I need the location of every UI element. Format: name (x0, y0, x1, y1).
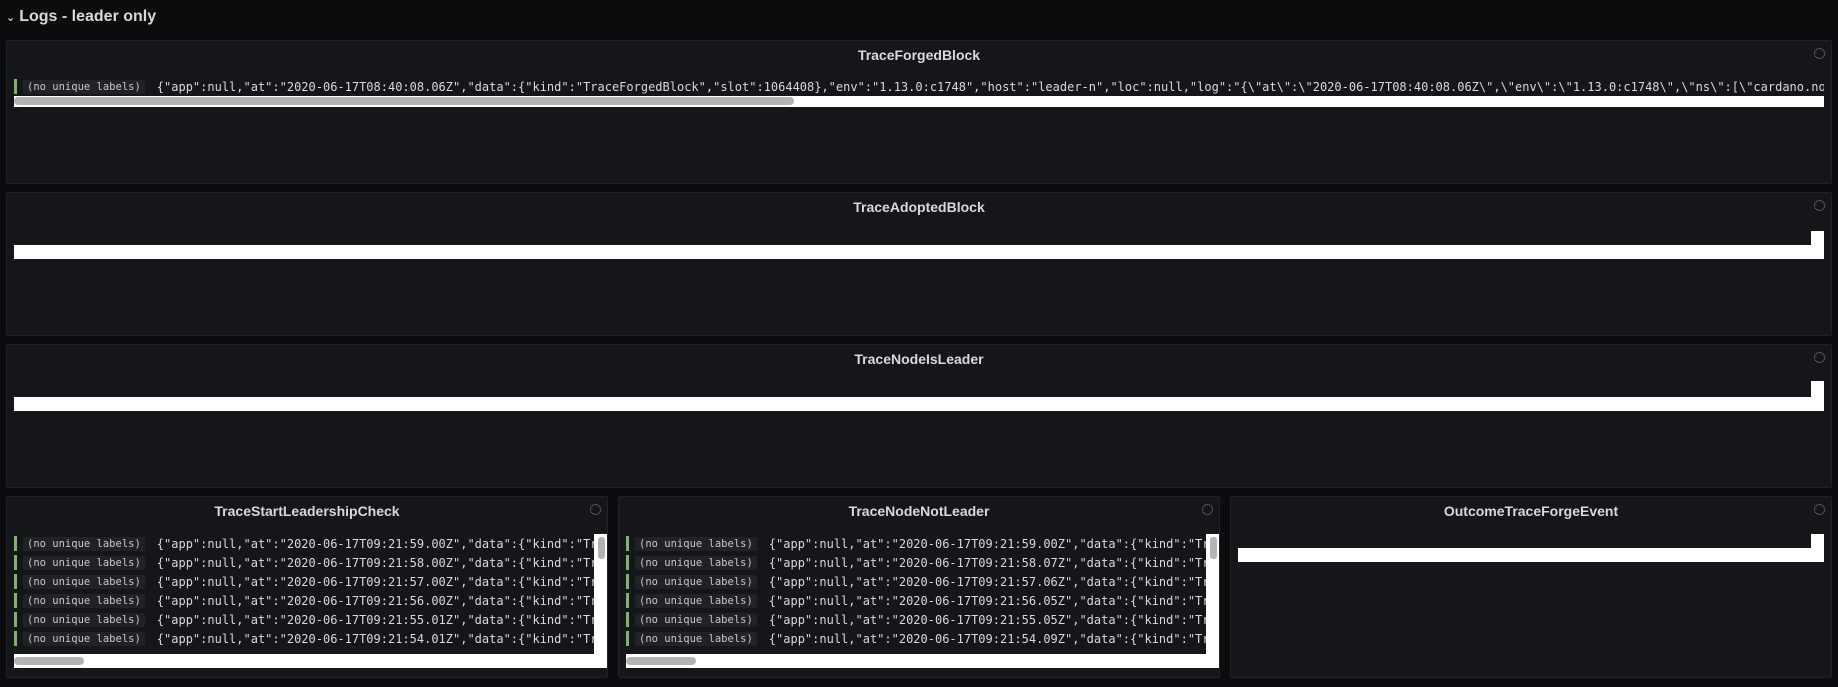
loading-spinner-icon (1814, 200, 1825, 211)
loading-spinner-icon (590, 504, 601, 515)
log-message: {"app":null,"at":"2020-06-17T08:40:08.06… (156, 79, 1824, 94)
vertical-scroll-track[interactable] (1811, 381, 1824, 411)
vertical-scroll-track[interactable] (594, 534, 607, 668)
log-message: {"app":null,"at":"2020-06-17T09:21:56.00… (156, 593, 598, 608)
log-message: {"app":null,"at":"2020-06-17T09:21:54.01… (156, 631, 598, 646)
loading-spinner-icon (1814, 352, 1825, 363)
log-level-bar (626, 593, 629, 608)
panel-title[interactable]: TraceAdoptedBlock (7, 199, 1831, 215)
labels-badge: (no unique labels) (23, 536, 145, 551)
log-level-bar (626, 612, 629, 627)
log-level-bar (626, 555, 629, 570)
labels-badge: (no unique labels) (635, 536, 757, 551)
panel-title[interactable]: TraceStartLeadershipCheck (7, 503, 607, 519)
log-viewer[interactable]: (no unique labels) {"app":null,"at":"2020… (14, 534, 607, 668)
panel-trace-start-leadership-check: TraceStartLeadershipCheck (no unique lab… (6, 496, 608, 678)
labels-badge: (no unique labels) (635, 574, 757, 589)
vertical-scrollbar[interactable] (598, 537, 605, 559)
log-message: {"app":null,"at":"2020-06-17T09:21:58.07… (768, 555, 1210, 570)
panel-trace-node-not-leader: TraceNodeNotLeader (no unique labels) {"a… (618, 496, 1220, 678)
log-message: {"app":null,"at":"2020-06-17T09:21:59.00… (156, 536, 598, 551)
log-viewer-empty[interactable] (14, 245, 1824, 259)
log-line[interactable]: (no unique labels) {"app":null,"at":"2020… (626, 629, 1219, 648)
log-level-bar (14, 612, 17, 627)
labels-badge: (no unique labels) (23, 631, 145, 646)
labels-badge: (no unique labels) (23, 79, 145, 94)
vertical-scroll-track[interactable] (1811, 534, 1824, 562)
log-line[interactable]: (no unique labels) {"app":null,"at":"2020… (626, 610, 1219, 629)
log-line[interactable]: (no unique labels) {"app":null,"at":"2020… (14, 572, 607, 591)
labels-badge: (no unique labels) (23, 555, 145, 570)
log-message: {"app":null,"at":"2020-06-17T09:21:57.00… (156, 574, 598, 589)
log-level-bar (14, 593, 17, 608)
labels-badge: (no unique labels) (635, 612, 757, 627)
labels-badge: (no unique labels) (23, 593, 145, 608)
log-level-bar (14, 631, 17, 646)
labels-badge: (no unique labels) (23, 574, 145, 589)
log-viewer-empty[interactable] (14, 397, 1824, 411)
log-viewer[interactable]: (no unique labels) {"app":null,"at":"202… (14, 77, 1824, 153)
loading-spinner-icon (1814, 504, 1825, 515)
log-level-bar (626, 631, 629, 646)
loading-spinner-icon (1814, 48, 1825, 59)
log-line[interactable]: (no unique labels) {"app":null,"at":"2020… (626, 553, 1219, 572)
panel-title[interactable]: OutcomeTraceForgeEvent (1231, 503, 1831, 519)
labels-badge: (no unique labels) (635, 555, 757, 570)
log-line[interactable]: (no unique labels) {"app":null,"at":"2020… (14, 629, 607, 648)
log-message: {"app":null,"at":"2020-06-17T09:21:55.01… (156, 612, 598, 627)
log-level-bar (626, 574, 629, 589)
log-line[interactable]: (no unique labels) {"app":null,"at":"2020… (14, 553, 607, 572)
log-line[interactable]: (no unique labels) {"app":null,"at":"202… (14, 77, 1824, 96)
row-header-logs-leader-only[interactable]: ⌄ Logs - leader only (6, 6, 156, 28)
labels-badge: (no unique labels) (635, 631, 757, 646)
panel-trace-adopted-block: TraceAdoptedBlock (6, 192, 1832, 336)
log-line[interactable]: (no unique labels) {"app":null,"at":"2020… (626, 572, 1219, 591)
panel-outcome-trace-forge-event: OutcomeTraceForgeEvent (1230, 496, 1832, 678)
vertical-scrollbar[interactable] (1210, 537, 1217, 559)
log-viewer[interactable]: (no unique labels) {"app":null,"at":"2020… (626, 534, 1219, 668)
panel-title[interactable]: TraceForgedBlock (7, 47, 1831, 63)
log-viewer-empty[interactable] (1238, 548, 1824, 562)
log-line[interactable]: (no unique labels) {"app":null,"at":"2020… (14, 534, 607, 553)
log-level-bar (14, 555, 17, 570)
horizontal-scroll-track[interactable] (14, 654, 607, 668)
panel-title[interactable]: TraceNodeIsLeader (7, 351, 1831, 367)
log-line[interactable]: (no unique labels) {"app":null,"at":"2020… (14, 591, 607, 610)
panel-trace-node-is-leader: TraceNodeIsLeader (6, 344, 1832, 488)
log-message: {"app":null,"at":"2020-06-17T09:21:59.00… (768, 536, 1210, 551)
log-level-bar (14, 536, 17, 551)
horizontal-scrollbar[interactable] (626, 657, 696, 665)
row-title: Logs - leader only (19, 8, 157, 25)
horizontal-scrollbar[interactable] (14, 97, 794, 105)
panel-title[interactable]: TraceNodeNotLeader (619, 503, 1219, 519)
horizontal-scrollbar[interactable] (14, 657, 84, 665)
loading-spinner-icon (1202, 504, 1213, 515)
log-message: {"app":null,"at":"2020-06-17T09:21:57.06… (768, 574, 1210, 589)
log-level-bar (14, 79, 17, 94)
log-level-bar (14, 574, 17, 589)
log-message: {"app":null,"at":"2020-06-17T09:21:58.00… (156, 555, 598, 570)
log-line[interactable]: (no unique labels) {"app":null,"at":"2020… (626, 534, 1219, 553)
log-message: {"app":null,"at":"2020-06-17T09:21:55.05… (768, 612, 1210, 627)
horizontal-scroll-track[interactable] (14, 96, 1824, 107)
log-message: {"app":null,"at":"2020-06-17T09:21:56.05… (768, 593, 1210, 608)
labels-badge: (no unique labels) (23, 612, 145, 627)
log-line[interactable]: (no unique labels) {"app":null,"at":"2020… (626, 591, 1219, 610)
vertical-scroll-track[interactable] (1811, 231, 1824, 259)
labels-badge: (no unique labels) (635, 593, 757, 608)
log-level-bar (626, 536, 629, 551)
vertical-scroll-track[interactable] (1206, 534, 1219, 668)
panel-trace-forged-block: TraceForgedBlock (no unique labels) {"ap… (6, 40, 1832, 184)
chevron-down-icon[interactable]: ⌄ (6, 11, 15, 24)
log-message: {"app":null,"at":"2020-06-17T09:21:54.09… (768, 631, 1210, 646)
log-line[interactable]: (no unique labels) {"app":null,"at":"2020… (14, 610, 607, 629)
horizontal-scroll-track[interactable] (626, 654, 1219, 668)
